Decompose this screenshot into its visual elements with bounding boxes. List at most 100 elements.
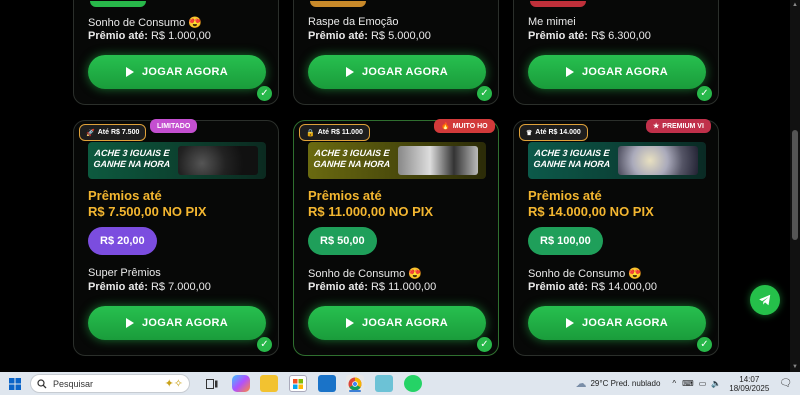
card-title: Sonho de Consumo 😍 [528,268,642,280]
card-banner: ACHE 3 IGUAIS E GANHE NA HORA [528,142,706,179]
weather-text[interactable]: 29°C Pred. nublado [590,379,660,388]
play-now-button[interactable]: JOGAR AGORA [528,55,706,89]
scroll-up-arrow-icon[interactable]: ▲ [792,2,798,8]
max-prize-badge: 🔒 Até R$ 11.000 [299,124,370,141]
check-icon: ✓ [257,337,272,352]
play-icon [345,67,354,77]
card-banner: ACHE 3 IGUAIS E GANHE NA HORA [88,142,266,179]
card-title: Me mimei [528,16,576,28]
card-stub [90,1,146,7]
play-now-button[interactable]: JOGAR AGORA [528,306,706,340]
play-icon [565,67,574,77]
mail-icon[interactable] [318,375,336,392]
card-prize: Prêmio até: R$ 7.000,00 [88,281,211,293]
game-card: Sonho de Consumo 😍 Prêmio até: R$ 1.000,… [73,0,279,105]
play-now-button[interactable]: JOGAR AGORA [308,55,486,89]
watches-image [618,146,698,175]
scrollbar-thumb[interactable] [792,130,798,240]
card-title: Sonho de Consumo 😍 [88,17,202,29]
fire-icon: 🔥 [441,123,450,130]
play-now-button[interactable]: JOGAR AGORA [88,306,266,340]
volume-icon[interactable]: 🔈 [711,379,721,388]
card-stub [530,1,586,7]
price-badge: R$ 20,00 [88,227,157,255]
card-prize: Prêmio até: R$ 14.000,00 [528,281,658,293]
chevron-up-icon[interactable]: ^ [672,379,676,388]
copilot-icon[interactable] [232,375,250,392]
hot-badge: 🔥 MUITO HO [434,119,495,133]
electronics-image [398,146,478,175]
chrome-icon[interactable] [346,375,364,392]
taskbar-search[interactable]: Pesquisar ✦✧ [30,374,190,393]
scroll-down-arrow-icon[interactable]: ▼ [792,364,798,370]
max-prize-badge: ♛ Até R$ 14.000 [519,124,588,141]
taskbar: Pesquisar ✦✧ ☁ 29°C Pred. nublado ^ ⌨ ▭ … [0,372,800,395]
play-icon [125,67,134,77]
motorcycle-image [178,146,258,175]
weather-icon[interactable]: ☁ [575,377,586,390]
card-prize: Prêmio até: R$ 11.000,00 [308,281,437,293]
scratch-card[interactable]: ♛ Até R$ 14.000 ★ PREMIUM VI ACHE 3 IGUAIS… [513,119,719,356]
scrollbar[interactable]: ▲ ▼ [790,0,800,372]
banner-line-2: GANHE NA HORA [533,159,611,169]
file-explorer-icon[interactable] [260,375,278,392]
telegram-button[interactable] [750,285,780,315]
clock-time: 14:07 [739,374,760,384]
prizes-label: Prêmios até [308,188,382,203]
check-icon: ✓ [477,337,492,352]
play-icon [345,318,354,328]
language-icon[interactable]: ⌨ [682,379,694,388]
notification-icon[interactable]: 🗨 [779,378,792,389]
card-prize: Prêmio até: R$ 5.000,00 [308,30,431,42]
task-view-icon[interactable] [203,375,221,392]
store-icon[interactable] [289,375,307,392]
network-icon[interactable]: ▭ [699,379,707,388]
price-badge: R$ 100,00 [528,227,603,255]
prizes-label: Prêmios até [88,188,162,203]
scratch-card[interactable]: 🔒 Até R$ 11.000 🔥 MUITO HO ACHE 3 IGUAIS E… [293,119,499,356]
check-icon: ✓ [697,337,712,352]
card-title: Sonho de Consumo 😍 [308,268,422,280]
play-icon [565,318,574,328]
play-now-button[interactable]: JOGAR AGORA [308,306,486,340]
prizes-value: R$ 11.000,00 NO PIX [308,204,434,219]
whatsapp-icon[interactable] [404,375,422,392]
scratch-card[interactable]: 🚀 Até R$ 7.500 LIMITADO ACHE 3 IGUAIS E GA… [73,119,279,356]
star-icon: ★ [653,123,660,130]
prizes-label: Prêmios até [528,188,602,203]
card-prize: Prêmio até: R$ 1.000,00 [88,30,211,42]
browser-viewport: Sonho de Consumo 😍 Prêmio até: R$ 1.000,… [0,0,800,372]
prizes-value: R$ 7.500,00 NO PIX [88,204,207,219]
play-now-button[interactable]: JOGAR AGORA [88,55,266,89]
lock-icon: 🔒 [306,129,315,137]
premium-badge: ★ PREMIUM VI [646,119,711,133]
price-badge: R$ 50,00 [308,227,377,255]
banner-line-1: ACHE 3 IGUAIS E [94,148,170,158]
limited-badge: LIMITADO [150,119,198,133]
play-icon [125,318,134,328]
notepad-icon[interactable] [375,375,393,392]
card-title: Super Prêmios [88,267,161,279]
clock-date: 18/09/2025 [729,383,770,393]
clock[interactable]: 14:07 18/09/2025 [729,375,769,393]
check-icon: ✓ [257,86,272,101]
game-card: Me mimei Prêmio até: R$ 6.300,00 JOGAR A… [513,0,719,105]
card-title: Raspe da Emoção [308,16,399,28]
banner-line-1: ACHE 3 IGUAIS E [314,148,390,158]
game-card: Raspe da Emoção Prêmio até: R$ 5.000,00 … [293,0,499,105]
sparkle-icon: ✦✧ [164,378,183,390]
telegram-icon [759,294,771,306]
banner-line-2: GANHE NA HORA [93,159,171,169]
card-prize: Prêmio até: R$ 6.300,00 [528,30,651,42]
max-prize-badge: 🚀 Até R$ 7.500 [79,124,147,141]
start-button[interactable] [0,372,30,395]
system-tray: ☁ 29°C Pred. nublado ^ ⌨ ▭ 🔈 14:07 18/09… [575,372,800,395]
crown-icon: ♛ [526,129,533,137]
card-stub [310,1,366,7]
prizes-value: R$ 14.000,00 NO PIX [528,204,654,219]
banner-line-2: GANHE NA HORA [313,159,391,169]
check-icon: ✓ [697,86,712,101]
rocket-icon: 🚀 [86,129,95,137]
card-banner: ACHE 3 IGUAIS E GANHE NA HORA [308,142,486,179]
check-icon: ✓ [477,86,492,101]
